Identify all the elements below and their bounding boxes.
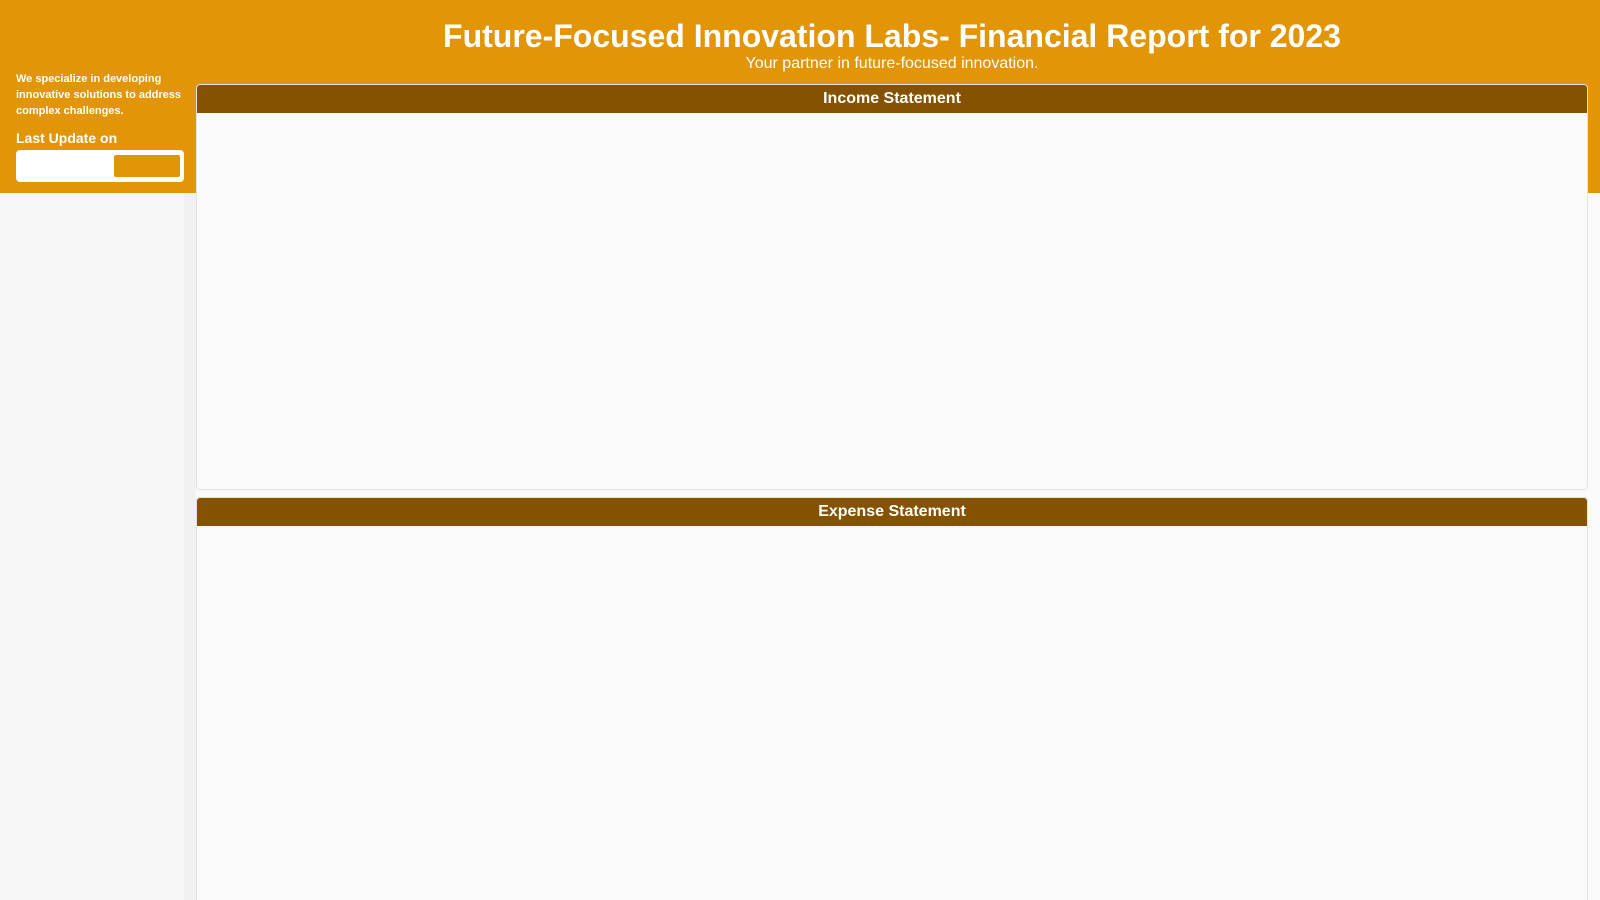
income-statement-chart-area — [197, 113, 1587, 489]
date-picker-button[interactable] — [114, 155, 180, 177]
sidebar-panel — [0, 193, 184, 900]
last-update-date-input[interactable] — [16, 150, 184, 182]
sidebar-description: We specialize in developing innovative s… — [16, 73, 182, 117]
sidebar-divider — [184, 193, 196, 900]
expense-statement-header: Expense Statement — [197, 498, 1587, 526]
income-statement-header: Income Statement — [197, 85, 1587, 113]
page-title: Future-Focused Innovation Labs- Financia… — [443, 18, 1341, 54]
page-subtitle: Your partner in future-focused innovatio… — [745, 55, 1039, 72]
income-statement-panel: Income Statement — [196, 84, 1588, 490]
expense-statement-chart-area — [197, 526, 1587, 900]
last-update-label: Last Update on — [16, 130, 118, 146]
expense-statement-panel: Expense Statement — [196, 497, 1588, 900]
